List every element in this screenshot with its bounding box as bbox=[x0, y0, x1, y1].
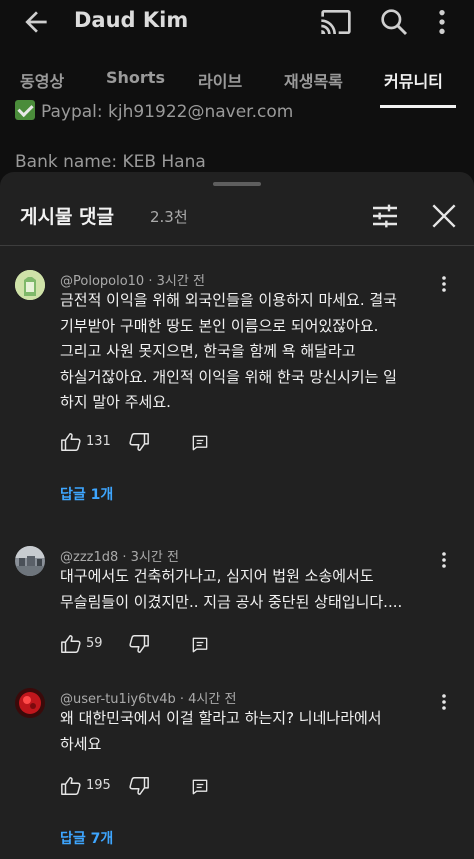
comment-line: 하세요 bbox=[60, 734, 102, 753]
search-icon[interactable] bbox=[378, 6, 410, 38]
like-icon[interactable] bbox=[60, 774, 82, 798]
drag-handle[interactable] bbox=[213, 182, 261, 186]
back-arrow-icon[interactable] bbox=[20, 6, 52, 38]
dislike-icon[interactable] bbox=[128, 774, 150, 798]
filter-sliders-icon[interactable] bbox=[369, 200, 401, 232]
like-icon[interactable] bbox=[60, 632, 82, 656]
comment-meta: @Polopolo10 · 3시간 전 bbox=[60, 274, 205, 289]
comment-time: 3시간 전 bbox=[156, 274, 205, 289]
tab-shorts[interactable]: Shorts bbox=[106, 68, 165, 87]
comment-text: 대구에서도 건축허가나고, 심지어 법원 소송에서도 무슬림들이 이겼지만.. … bbox=[60, 564, 440, 615]
view-replies-link[interactable]: 답글 7개 bbox=[60, 828, 113, 848]
comment-line: 기부받아 구매한 땅도 본인 이름으로 되어있잖아요. bbox=[60, 316, 379, 335]
comment-line: 그리고 사원 못지으면, 한국을 함께 욕 해달라고 bbox=[60, 342, 356, 360]
comment-time: 4시간 전 bbox=[188, 692, 237, 707]
header-divider bbox=[0, 245, 474, 246]
comment-author[interactable]: @user-tu1iy6tv4b bbox=[60, 692, 176, 707]
comment-author[interactable]: @Polopolo10 bbox=[60, 274, 144, 289]
check-mark-icon bbox=[15, 100, 35, 120]
post-paypal-text: Paypal: kjh91922@naver.com bbox=[41, 102, 294, 122]
comment-meta: @zzz1d8 · 3시간 전 bbox=[60, 550, 179, 565]
close-icon[interactable] bbox=[428, 200, 460, 232]
active-tab-indicator bbox=[380, 105, 456, 108]
comment-meta: @user-tu1iy6tv4b · 4시간 전 bbox=[60, 692, 237, 707]
reply-icon[interactable] bbox=[190, 633, 210, 657]
comments-count: 2.3천 bbox=[150, 208, 188, 226]
avatar[interactable] bbox=[15, 688, 45, 718]
comment-line: 대구에서도 건축허가나고, 심지어 법원 소송에서도 bbox=[60, 567, 374, 585]
comment-time: 3시간 전 bbox=[130, 550, 179, 565]
cast-icon[interactable] bbox=[320, 6, 352, 38]
avatar[interactable] bbox=[15, 270, 45, 300]
like-count: 195 bbox=[86, 778, 111, 793]
comment-line: 왜 대한민국에서 이걸 할라고 하는지? 니네나라에서 bbox=[60, 709, 382, 727]
tab-videos[interactable]: 동영상 bbox=[20, 68, 64, 92]
like-count: 131 bbox=[86, 434, 111, 449]
tab-community[interactable]: 커뮤니티 bbox=[384, 68, 443, 92]
reply-icon[interactable] bbox=[190, 431, 210, 455]
tab-live[interactable]: 라이브 bbox=[198, 68, 242, 92]
like-count: 59 bbox=[86, 636, 103, 651]
dislike-icon[interactable] bbox=[128, 430, 150, 454]
top-app-bar: Daud Kim bbox=[0, 0, 474, 48]
post-paypal-line: Paypal: kjh91922@naver.com bbox=[15, 100, 293, 122]
like-icon[interactable] bbox=[60, 430, 82, 454]
comment-line: 하지 말아 주세요. bbox=[60, 393, 171, 411]
comment-line: 금전적 이익을 위해 외국인들을 이용하지 마세요. 결국 bbox=[60, 291, 397, 309]
more-vert-icon[interactable] bbox=[426, 6, 458, 38]
comment-text: 금전적 이익을 위해 외국인들을 이용하지 마세요. 결국 기부받아 구매한 땅… bbox=[60, 288, 440, 416]
channel-name: Daud Kim bbox=[74, 8, 189, 32]
post-bank-line: Bank name: KEB Hana bbox=[15, 152, 206, 172]
comments-sheet: 게시물 댓글 2.3천 @Polopolo10 · 3시간 전 금전적 이익을 … bbox=[0, 172, 474, 859]
comment-line: 하실거잖아요. 개인적 이익을 위해 한국 망신시키는 일 bbox=[60, 367, 397, 386]
dislike-icon[interactable] bbox=[128, 632, 150, 656]
comments-title: 게시물 댓글 bbox=[20, 206, 115, 228]
comment-line: 무슬림들이 이겼지만.. 지금 공사 중단된 상태입니다.... bbox=[60, 592, 403, 611]
view-replies-link[interactable]: 답글 1개 bbox=[60, 484, 113, 504]
avatar[interactable] bbox=[15, 546, 45, 576]
reply-icon[interactable] bbox=[190, 775, 210, 799]
comment-text: 왜 대한민국에서 이걸 할라고 하는지? 니네나라에서 하세요 bbox=[60, 706, 440, 757]
tab-playlists[interactable]: 재생목록 bbox=[284, 68, 343, 92]
comment-author[interactable]: @zzz1d8 bbox=[60, 550, 118, 565]
